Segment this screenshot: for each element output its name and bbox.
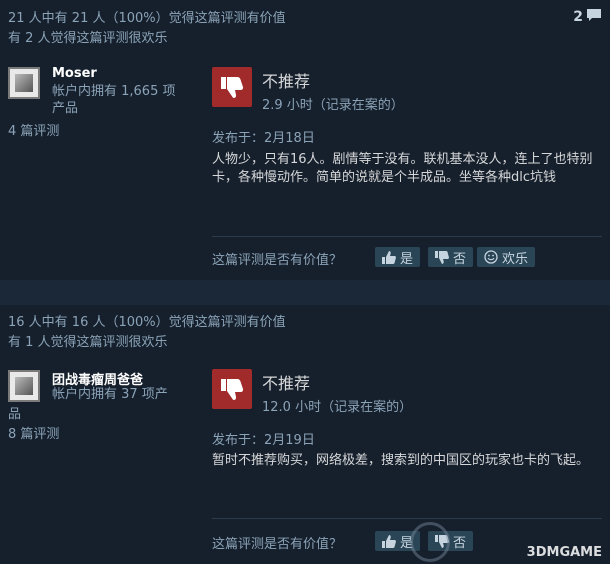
thumbs-up-icon xyxy=(382,250,396,264)
review-count[interactable]: 4 篇评测 xyxy=(8,120,59,139)
thumbs-down-icon xyxy=(435,250,449,264)
vote-yes-button[interactable]: 是 xyxy=(375,247,421,267)
recommendation-title: 不推荐 xyxy=(262,374,311,393)
watermark-text: 3DMGAME xyxy=(526,545,602,560)
products-owned-cont: 产品 xyxy=(52,101,79,116)
review-card: 21 人中有 21 人（100%）觉得这篇评测有价值 有 2 人觉得这篇评测很欢… xyxy=(0,0,610,280)
review-separator xyxy=(0,280,610,305)
thumbs-down-icon xyxy=(212,369,252,409)
products-owned[interactable]: 帐户内拥有 1,665 项 xyxy=(52,83,192,100)
review-text: 暂时不推荐购买，网络极差，搜索到的中国区的玩家也卡的飞起。 xyxy=(212,453,590,468)
products-owned[interactable]: 帐户内拥有 37 项产 xyxy=(52,386,192,403)
comment-count[interactable]: 2 xyxy=(573,8,602,26)
comment-count-value: 2 xyxy=(573,9,583,25)
divider xyxy=(212,236,602,237)
vote-no-button[interactable]: 否 xyxy=(428,247,474,267)
avatar[interactable] xyxy=(8,370,40,402)
post-date: 发布于：2月18日 xyxy=(212,131,315,146)
review-count[interactable]: 8 篇评测 xyxy=(8,423,59,442)
review-card: 16 人中有 16 人（100%）觉得这篇评测有价值 有 1 人觉得这篇评测很欢… xyxy=(0,305,610,564)
funny-count: 有 2 人觉得这篇评测很欢乐 xyxy=(8,31,168,46)
products-owned-cont: 品 xyxy=(8,407,22,422)
comment-icon xyxy=(586,8,602,26)
vote-funny-button[interactable]: 欢乐 xyxy=(477,247,536,267)
vote-funny-label: 欢乐 xyxy=(502,251,529,267)
recommendation-title: 不推荐 xyxy=(262,72,311,91)
thumbs-up-icon xyxy=(382,534,396,548)
helpful-question: 这篇评测是否有价值？ xyxy=(212,537,343,552)
helpful-count: 16 人中有 16 人（100%）觉得这篇评测有价值 xyxy=(8,315,286,330)
vote-no-label: 否 xyxy=(453,535,467,551)
funny-count: 有 1 人觉得这篇评测很欢乐 xyxy=(8,335,168,350)
post-date: 发布于：2月19日 xyxy=(212,433,315,448)
smiley-icon xyxy=(484,250,498,264)
avatar[interactable] xyxy=(8,67,40,99)
hours-played: 2.9 小时（记录在案的） xyxy=(262,98,404,113)
watermark-logo xyxy=(410,522,450,562)
hours-played: 12.0 小时（记录在案的） xyxy=(262,400,413,415)
review-text: 人物少，只有16人。剧情等于没有。联机基本没人，连上了也特别卡，各种慢动作。简单… xyxy=(212,152,593,185)
author-name[interactable]: Moser xyxy=(52,66,97,81)
helpful-question: 这篇评测是否有价值？ xyxy=(212,253,343,268)
helpful-count: 21 人中有 21 人（100%）觉得这篇评测有价值 xyxy=(8,11,286,26)
divider xyxy=(212,518,602,519)
thumbs-down-icon xyxy=(212,67,252,107)
vote-yes-label: 是 xyxy=(400,251,414,267)
vote-no-label: 否 xyxy=(453,251,467,267)
